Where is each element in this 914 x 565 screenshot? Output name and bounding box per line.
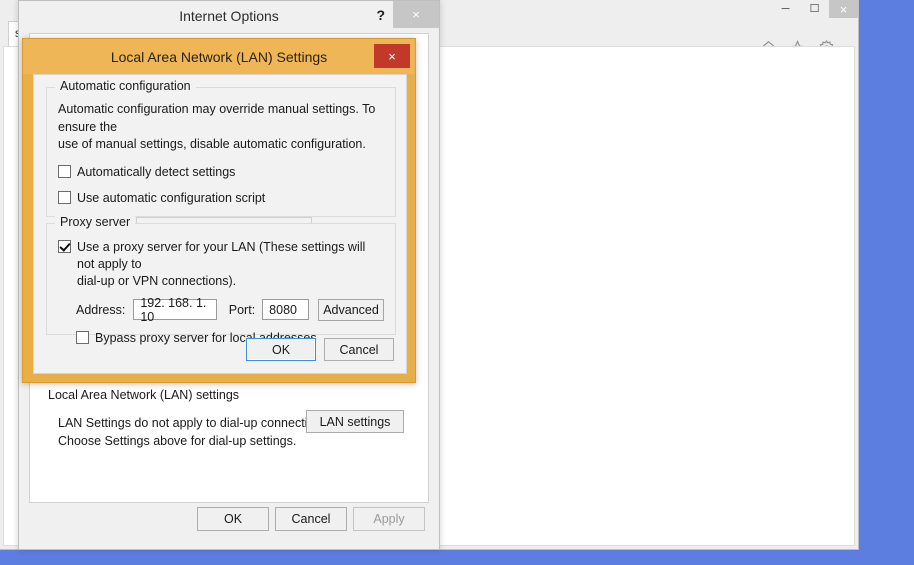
auto-detect-settings-checkbox[interactable] <box>58 164 71 178</box>
automatic-configuration-description: Automatic configuration may override man… <box>58 101 384 154</box>
use-proxy-label-line-1: Use a proxy server for your LAN (These s… <box>77 240 366 271</box>
proxy-address-input[interactable]: 192. 168. 1. 10 <box>133 296 217 324</box>
use-proxy-server-checkbox[interactable] <box>58 240 71 253</box>
lan-settings-title: Local Area Network (LAN) Settings <box>110 48 328 65</box>
internet-options-title: Internet Options <box>179 8 279 24</box>
close-button[interactable]: × <box>829 0 858 18</box>
lan-settings-content: Automatic configuration Automatic config… <box>33 74 407 374</box>
advanced-button[interactable]: Advanced <box>318 298 384 321</box>
use-proxy-server-row[interactable]: Use a proxy server for your LAN (These s… <box>58 239 384 290</box>
proxy-address-label: Address: <box>76 302 126 317</box>
auto-detect-settings-row[interactable]: Automatically detect settings <box>58 164 384 181</box>
automatic-configuration-section: Automatic configuration Automatic config… <box>46 79 396 238</box>
use-proxy-label-line-2: dial-up or VPN connections). <box>77 273 237 288</box>
lan-desc-line-2: Choose Settings above for dial-up settin… <box>58 434 297 449</box>
proxy-server-section: Proxy server Use a proxy server for your… <box>46 215 396 345</box>
lan-settings-cancel-button[interactable]: Cancel <box>324 338 394 361</box>
proxy-port-label: Port: <box>228 302 256 317</box>
proxy-port-input[interactable]: 8080 <box>262 299 310 321</box>
minimize-button[interactable]: ─ <box>771 0 800 18</box>
use-proxy-server-label: Use a proxy server for your LAN (These s… <box>77 239 384 290</box>
lan-group-legend: Local Area Network (LAN) settings <box>48 388 248 402</box>
lan-settings-titlebar: Local Area Network (LAN) Settings × <box>23 39 415 74</box>
bypass-proxy-checkbox[interactable] <box>76 330 89 344</box>
internet-options-ok-button[interactable]: OK <box>197 507 269 531</box>
lan-settings-dialog: Local Area Network (LAN) Settings × Auto… <box>22 38 416 383</box>
help-icon[interactable]: ? <box>376 7 385 23</box>
proxy-address-row: Address: 192. 168. 1. 10 Port: 8080 Adva… <box>58 296 384 324</box>
internet-options-apply-button: Apply <box>353 507 425 531</box>
lan-settings-footer: OK Cancel <box>246 338 394 361</box>
internet-options-close-button[interactable]: × <box>393 1 439 28</box>
lan-settings-group: Local Area Network (LAN) settings LAN Se… <box>48 386 410 450</box>
window-controls: ─ ☐ × <box>771 0 858 18</box>
lan-settings-close-button[interactable]: × <box>374 44 410 68</box>
screen: ─ ☐ × spo... ✕ <box>0 0 914 565</box>
maximize-button[interactable]: ☐ <box>800 0 829 18</box>
lan-settings-button[interactable]: LAN settings <box>306 410 404 433</box>
auto-desc-line-1: Automatic configuration may override man… <box>58 102 376 134</box>
lan-settings-ok-button[interactable]: OK <box>246 338 316 361</box>
auto-desc-line-2: use of manual settings, disable automati… <box>58 137 366 151</box>
proxy-server-inner: Use a proxy server for your LAN (These s… <box>46 223 396 347</box>
use-automatic-configuration-script-row[interactable]: Use automatic configuration script <box>58 190 384 207</box>
use-automatic-configuration-script-label: Use automatic configuration script <box>77 191 266 206</box>
auto-detect-settings-label: Automatically detect settings <box>77 164 236 179</box>
internet-options-titlebar: Internet Options ? × <box>19 1 439 31</box>
use-automatic-configuration-script-checkbox[interactable] <box>58 191 71 205</box>
internet-options-footer: OK Cancel Apply <box>29 507 429 531</box>
internet-options-cancel-button[interactable]: Cancel <box>275 507 347 531</box>
